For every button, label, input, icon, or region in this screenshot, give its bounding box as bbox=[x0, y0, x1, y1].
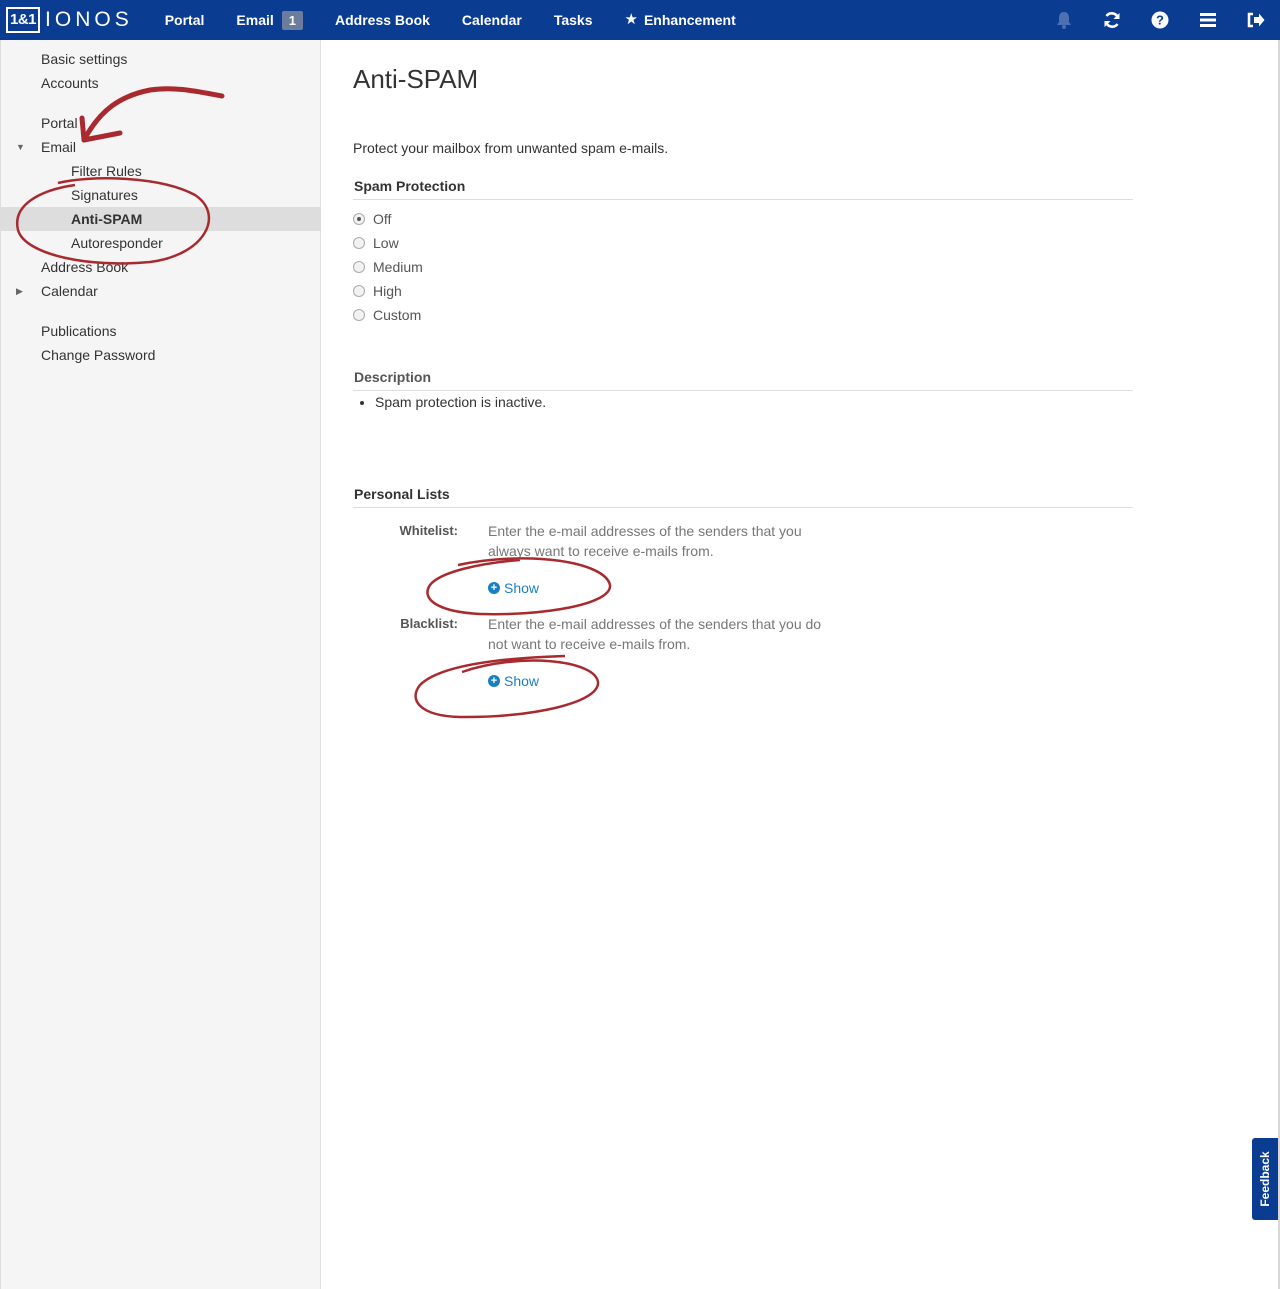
radio-medium[interactable]: Medium bbox=[353, 257, 423, 277]
nav-address-book[interactable]: Address Book bbox=[319, 0, 446, 40]
sidebar-item-calendar-label: Calendar bbox=[41, 283, 98, 299]
blacklist-show-link[interactable]: + Show bbox=[488, 673, 539, 689]
logo-wordmark: IONOS bbox=[45, 8, 133, 31]
radio-label: Custom bbox=[373, 307, 422, 323]
logout-icon[interactable] bbox=[1232, 0, 1280, 40]
menu-icon[interactable] bbox=[1184, 0, 1232, 40]
nav-enhancement-label: Enhancement bbox=[643, 12, 736, 28]
help-icon[interactable]: ? bbox=[1136, 0, 1184, 40]
star-icon: ★ bbox=[624, 11, 638, 28]
sidebar-item-signatures[interactable]: Signatures bbox=[1, 183, 321, 207]
radio-label: Medium bbox=[373, 259, 423, 275]
page-title: Anti-SPAM bbox=[353, 64, 479, 94]
top-navigation-bar: 1&1 IONOS Portal Email 1 Address Book Ca… bbox=[0, 0, 1280, 40]
whitelist-label: Whitelist: bbox=[399, 523, 459, 538]
sidebar-item-email[interactable]: ▼ Email bbox=[1, 135, 321, 159]
radio-label: High bbox=[373, 283, 402, 299]
radio-custom[interactable]: Custom bbox=[353, 305, 421, 325]
refresh-icon[interactable] bbox=[1088, 0, 1136, 40]
sidebar-item-accounts[interactable]: Accounts bbox=[1, 71, 321, 95]
sidebar-item-anti-spam[interactable]: Anti-SPAM bbox=[1, 207, 321, 231]
radio-high[interactable]: High bbox=[353, 281, 402, 301]
description-heading: Description bbox=[353, 369, 1133, 391]
sidebar-item-calendar[interactable]: ▶ Calendar bbox=[1, 279, 321, 303]
bell-icon[interactable] bbox=[1040, 0, 1088, 40]
nav-email[interactable]: Email 1 bbox=[220, 0, 319, 40]
radio-low[interactable]: Low bbox=[353, 233, 399, 253]
sidebar-item-basic-settings[interactable]: Basic settings bbox=[1, 47, 321, 71]
plus-circle-icon: + bbox=[488, 582, 500, 594]
whitelist-show-link[interactable]: + Show bbox=[488, 580, 539, 596]
sidebar-item-address-book[interactable]: Address Book bbox=[1, 255, 321, 279]
intro-text: Protect your mailbox from unwanted spam … bbox=[353, 140, 669, 156]
sidebar-item-autoresponder[interactable]: Autoresponder bbox=[1, 231, 321, 255]
radio-label: Low bbox=[373, 235, 399, 251]
logo-box: 1&1 bbox=[6, 7, 41, 33]
feedback-label: Feedback bbox=[1258, 1151, 1272, 1207]
nav-portal[interactable]: Portal bbox=[149, 0, 221, 40]
settings-sidebar: Basic settings Accounts Portal ▼ Email F… bbox=[0, 40, 321, 1289]
radio-button[interactable] bbox=[353, 261, 365, 273]
caret-right-icon[interactable]: ▶ bbox=[16, 279, 23, 303]
blacklist-description: Enter the e-mail addresses of the sender… bbox=[488, 616, 822, 652]
description-list: Spam protection is inactive. bbox=[375, 394, 546, 410]
nav-enhancement[interactable]: ★ Enhancement bbox=[609, 0, 752, 40]
sidebar-item-publications[interactable]: Publications bbox=[1, 319, 321, 343]
show-label: Show bbox=[504, 580, 540, 596]
sidebar-item-change-password[interactable]: Change Password bbox=[1, 343, 321, 367]
feedback-tab[interactable]: Feedback bbox=[1252, 1138, 1278, 1220]
unread-count-badge: 1 bbox=[281, 10, 303, 30]
ionos-logo[interactable]: 1&1 IONOS bbox=[6, 6, 133, 34]
radio-off[interactable]: Off bbox=[353, 209, 391, 229]
whitelist-description: Enter the e-mail addresses of the sender… bbox=[488, 523, 802, 559]
caret-down-icon[interactable]: ▼ bbox=[16, 135, 25, 159]
radio-button[interactable] bbox=[353, 237, 365, 249]
plus-circle-icon: + bbox=[488, 675, 500, 687]
toolbar-icons: ? bbox=[1040, 0, 1280, 40]
nav-calendar[interactable]: Calendar bbox=[446, 0, 538, 40]
show-label: Show bbox=[504, 673, 540, 689]
radio-button[interactable] bbox=[353, 213, 365, 225]
spam-protection-heading: Spam Protection bbox=[353, 178, 1133, 200]
blacklist-label: Blacklist: bbox=[400, 616, 458, 631]
personal-lists-heading: Personal Lists bbox=[353, 486, 1133, 508]
svg-text:?: ? bbox=[1156, 13, 1164, 28]
radio-label: Off bbox=[373, 211, 392, 227]
radio-button[interactable] bbox=[353, 285, 365, 297]
radio-button[interactable] bbox=[353, 309, 365, 321]
sidebar-item-filter-rules[interactable]: Filter Rules bbox=[1, 159, 321, 183]
sidebar-item-portal[interactable]: Portal bbox=[1, 111, 321, 135]
nav-tasks[interactable]: Tasks bbox=[538, 0, 609, 40]
main-nav: Portal Email 1 Address Book Calendar Tas… bbox=[149, 0, 752, 40]
nav-email-label: Email bbox=[236, 12, 274, 28]
description-item: Spam protection is inactive. bbox=[375, 394, 546, 410]
sidebar-item-email-label: Email bbox=[41, 139, 77, 155]
